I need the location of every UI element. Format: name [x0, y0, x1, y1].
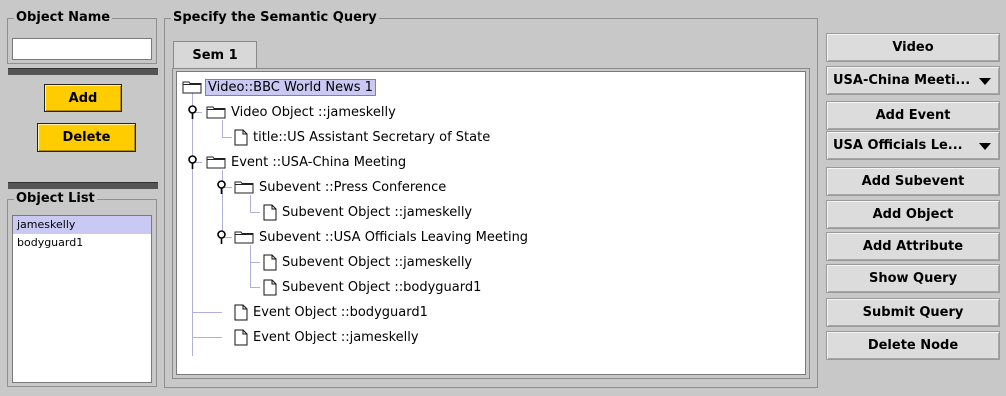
tree-node-event-object[interactable]: Event Object ::jameskelly — [234, 327, 419, 347]
expanded-handle-icon[interactable] — [216, 230, 227, 245]
file-icon — [263, 254, 277, 270]
tree-node-subevent-object[interactable]: Subevent Object ::jameskelly — [263, 252, 472, 272]
expanded-handle-icon[interactable] — [216, 180, 227, 195]
tree-node-label: Event Object ::bodyguard1 — [253, 304, 428, 320]
file-icon — [263, 204, 277, 220]
left-separator-bottom — [8, 182, 158, 189]
tree-node-label: Subevent Object ::bodyguard1 — [282, 279, 482, 295]
folder-icon — [182, 81, 202, 94]
add-button[interactable]: Add — [44, 84, 122, 112]
tree-node-event[interactable]: Event ::USA-China Meeting — [206, 152, 406, 172]
tree-node-subevent-object[interactable]: Subevent Object ::jameskelly — [263, 202, 472, 222]
video-button[interactable]: Video — [826, 33, 1000, 62]
tree-node-label: title::US Assistant Secretary of State — [253, 129, 491, 145]
event-select[interactable]: USA-China Meeti... — [826, 66, 1000, 95]
tree-node-label: Event Object ::jameskelly — [253, 329, 419, 345]
dropdown-arrow-icon — [979, 78, 991, 85]
left-separator-top — [8, 68, 158, 75]
dropdown-arrow-icon — [979, 143, 991, 150]
file-icon — [263, 279, 277, 295]
semantic-query-title: Specify the Semantic Query — [171, 10, 379, 26]
tree-node-title[interactable]: title::US Assistant Secretary of State — [234, 127, 490, 147]
object-list-title: Object List — [14, 191, 97, 207]
tree-node-label: Subevent ::USA Officials Leaving Meeting — [259, 229, 529, 245]
tree-node-subevent-leaving[interactable]: Subevent ::USA Officials Leaving Meeting — [234, 227, 528, 247]
add-attribute-button[interactable]: Add Attribute — [826, 232, 1000, 261]
tree-node-label: Video::BBC World News 1 — [205, 78, 376, 96]
folder-icon — [234, 181, 254, 194]
object-name-title: Object Name — [14, 10, 113, 26]
tree-node-event-object[interactable]: Event Object ::bodyguard1 — [234, 302, 428, 322]
query-tree[interactable]: Video::BBC World News 1 Video Object ::j… — [176, 71, 806, 375]
object-list[interactable]: jameskelly bodyguard1 — [12, 215, 152, 383]
tree-node-label: Event ::USA-China Meeting — [231, 154, 407, 170]
folder-icon — [206, 106, 226, 119]
file-icon — [234, 329, 248, 345]
folder-icon — [206, 156, 226, 169]
add-subevent-button[interactable]: Add Subevent — [826, 167, 1000, 196]
list-item[interactable]: bodyguard1 — [13, 234, 151, 252]
tree-node-video-object[interactable]: Video Object ::jameskelly — [206, 102, 396, 122]
list-item[interactable]: jameskelly — [13, 216, 151, 234]
subevent-select[interactable]: USA Officials Le... — [826, 131, 1000, 160]
delete-node-button[interactable]: Delete Node — [826, 331, 1000, 360]
submit-query-button[interactable]: Submit Query — [826, 298, 1000, 327]
delete-button[interactable]: Delete — [37, 123, 136, 152]
add-object-button[interactable]: Add Object — [826, 200, 1000, 229]
show-query-button[interactable]: Show Query — [826, 264, 1000, 293]
tree-node-label: Video Object ::jameskelly — [231, 104, 396, 120]
tree-node-label: Subevent Object ::jameskelly — [282, 204, 473, 220]
tree-node-label: Subevent ::Press Conference — [259, 179, 447, 195]
event-select-value: USA-China Meeti... — [833, 73, 971, 88]
tab-sem-1[interactable]: Sem 1 — [173, 41, 257, 69]
tree-node-label: Subevent Object ::jameskelly — [282, 254, 473, 270]
subevent-select-value: USA Officials Le... — [833, 138, 963, 153]
expanded-handle-icon[interactable] — [187, 105, 198, 120]
expanded-handle-icon[interactable] — [187, 155, 198, 170]
tree-node-subevent-press[interactable]: Subevent ::Press Conference — [234, 177, 446, 197]
add-event-button[interactable]: Add Event — [826, 101, 1000, 130]
folder-icon — [234, 231, 254, 244]
file-icon — [234, 129, 248, 145]
object-name-input[interactable] — [12, 38, 152, 60]
file-icon — [234, 304, 248, 320]
tree-node-root[interactable]: Video::BBC World News 1 — [182, 77, 376, 97]
tree-node-subevent-object[interactable]: Subevent Object ::bodyguard1 — [263, 277, 481, 297]
